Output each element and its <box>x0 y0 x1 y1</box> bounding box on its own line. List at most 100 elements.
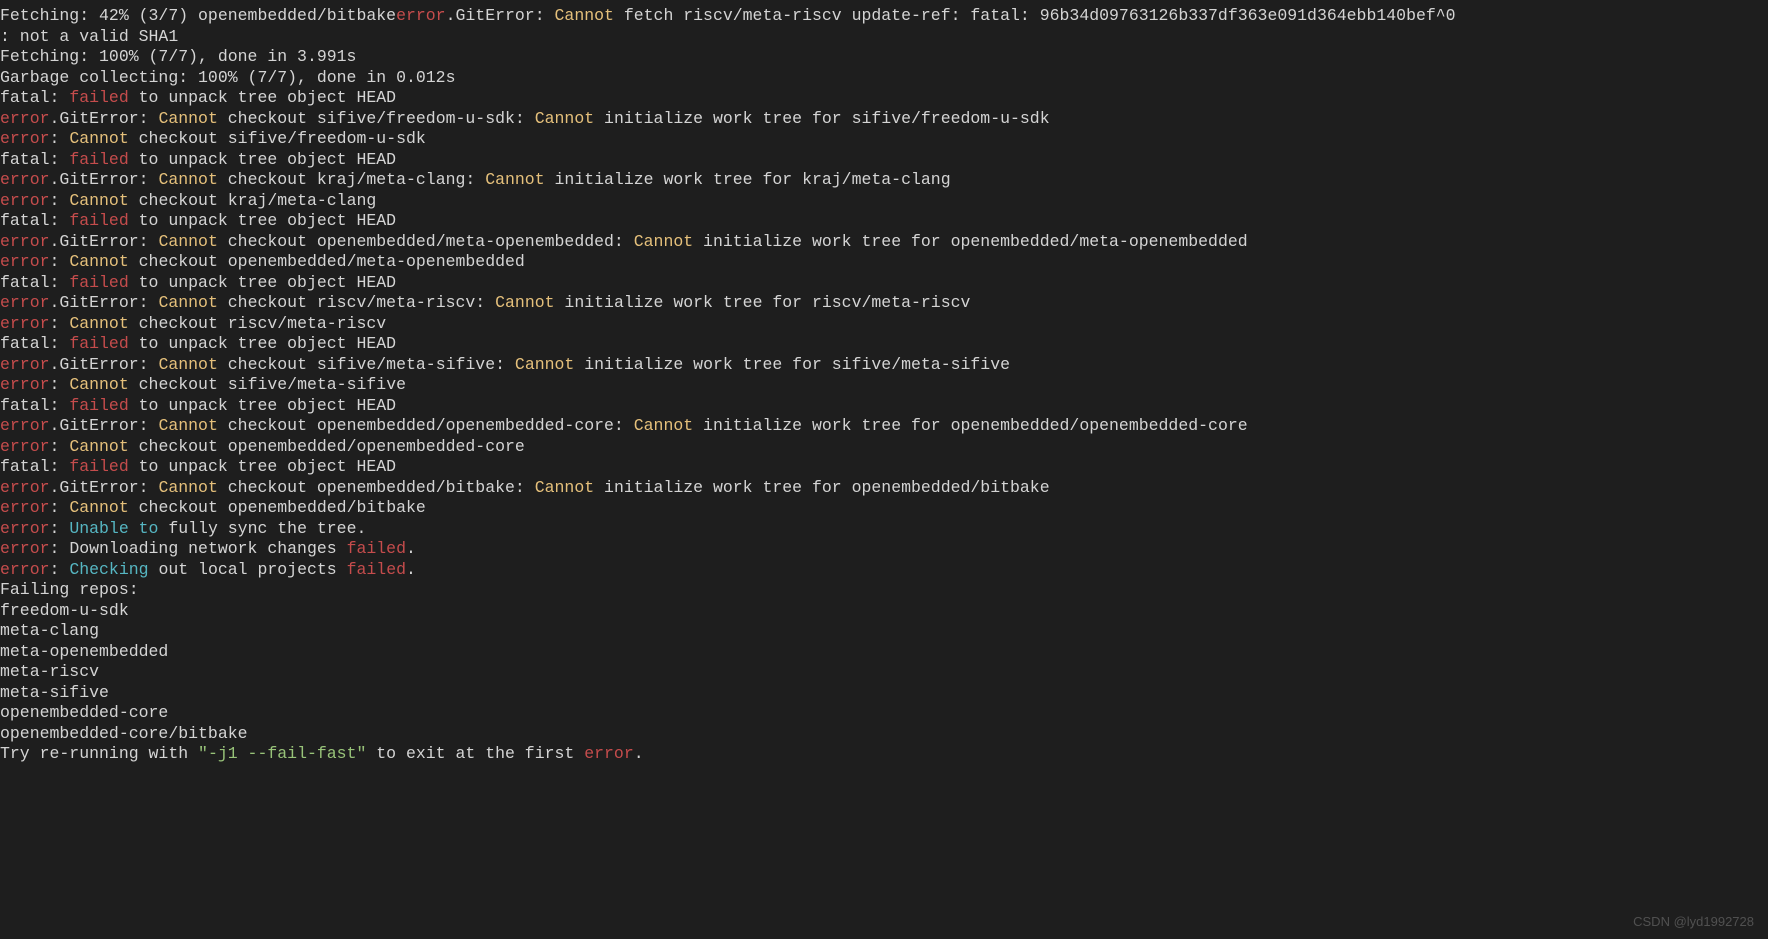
terminal-text-segment: error <box>0 170 50 189</box>
terminal-text-segment: error <box>0 232 50 251</box>
terminal-text-segment: : <box>50 437 70 456</box>
terminal-text-segment: checkout openembedded/bitbake: <box>218 478 535 497</box>
terminal-text-segment: error <box>0 293 50 312</box>
terminal-text-segment: checkout riscv/meta-riscv: <box>218 293 495 312</box>
terminal-text-segment: Cannot <box>634 416 693 435</box>
terminal-text-segment: to unpack tree object HEAD <box>129 273 396 292</box>
terminal-text-segment: Failing repos: <box>0 580 139 599</box>
terminal-text-segment: Fetching: 42% (3/7) openembedded/bitbake <box>0 6 396 25</box>
terminal-line: error: Cannot checkout sifive/meta-sifiv… <box>0 375 1768 396</box>
terminal-text-segment: fully sync the tree. <box>158 519 366 538</box>
terminal-line: error.GitError: Cannot checkout openembe… <box>0 416 1768 437</box>
terminal-text-segment: out local projects <box>149 560 347 579</box>
terminal-text-segment: to unpack tree object HEAD <box>129 334 396 353</box>
terminal-text-segment: failed <box>69 396 128 415</box>
terminal-text-segment: error <box>0 539 50 558</box>
terminal-text-segment: Cannot <box>158 355 217 374</box>
terminal-text-segment: .GitError: <box>50 232 159 251</box>
terminal-line: Failing repos: <box>0 580 1768 601</box>
terminal-text-segment: initialize work tree for kraj/meta-clang <box>545 170 951 189</box>
terminal-text-segment: .GitError: <box>50 293 159 312</box>
terminal-text-segment: error <box>0 252 50 271</box>
terminal-text-segment: fetch riscv/meta-riscv update-ref: fatal… <box>614 6 1456 25</box>
terminal-line: meta-clang <box>0 621 1768 642</box>
terminal-line: fatal: failed to unpack tree object HEAD <box>0 457 1768 478</box>
terminal-text-segment: fatal: <box>0 88 69 107</box>
terminal-text-segment: failed <box>69 457 128 476</box>
terminal-text-segment: to unpack tree object HEAD <box>129 88 396 107</box>
terminal-text-segment: error <box>0 314 50 333</box>
terminal-text-segment: .GitError: <box>446 6 555 25</box>
terminal-text-segment: Cannot <box>634 232 693 251</box>
terminal-text-segment: checkout openembedded/meta-openembedded: <box>218 232 634 251</box>
terminal-line: error: Cannot checkout sifive/freedom-u-… <box>0 129 1768 150</box>
terminal-text-segment: fatal: <box>0 273 69 292</box>
terminal-line: fatal: failed to unpack tree object HEAD <box>0 211 1768 232</box>
terminal-text-segment: to unpack tree object HEAD <box>129 211 396 230</box>
terminal-text-segment: fatal: <box>0 457 69 476</box>
terminal-text-segment: . <box>406 539 416 558</box>
terminal-line: meta-openembedded <box>0 642 1768 663</box>
terminal-text-segment: .GitError: <box>50 109 159 128</box>
terminal-text-segment: : <box>50 519 70 538</box>
terminal-line: error.GitError: Cannot checkout riscv/me… <box>0 293 1768 314</box>
terminal-text-segment: Try re-running with <box>0 744 198 763</box>
terminal-text-segment: failed <box>347 539 406 558</box>
terminal-text-segment: initialize work tree for riscv/meta-risc… <box>555 293 971 312</box>
terminal-text-segment: . <box>406 560 416 579</box>
terminal-text-segment: Garbage collecting: 100% (7/7), done in … <box>0 68 455 87</box>
terminal-text-segment: : <box>50 498 70 517</box>
terminal-line: error.GitError: Cannot checkout openembe… <box>0 232 1768 253</box>
terminal-text-segment: error <box>0 129 50 148</box>
terminal-text-segment: . <box>634 744 644 763</box>
terminal-text-segment: Cannot <box>515 355 574 374</box>
terminal-text-segment: : <box>50 314 70 333</box>
terminal-text-segment: Cannot <box>69 129 128 148</box>
terminal-line: error: Downloading network changes faile… <box>0 539 1768 560</box>
terminal-text-segment: Cannot <box>485 170 544 189</box>
terminal-text-segment: Cannot <box>158 232 217 251</box>
terminal-text-segment: to unpack tree object HEAD <box>129 396 396 415</box>
terminal-line: Fetching: 100% (7/7), done in 3.991s <box>0 47 1768 68</box>
terminal-text-segment: Checking <box>69 560 148 579</box>
terminal-text-segment: Cannot <box>158 416 217 435</box>
terminal-text-segment: .GitError: <box>50 170 159 189</box>
terminal-text-segment: to unpack tree object HEAD <box>129 457 396 476</box>
terminal-text-segment: Cannot <box>69 191 128 210</box>
terminal-text-segment: meta-sifive <box>0 683 109 702</box>
terminal-line: error: Cannot checkout openembedded/bitb… <box>0 498 1768 519</box>
terminal-line: fatal: failed to unpack tree object HEAD <box>0 334 1768 355</box>
terminal-text-segment: failed <box>69 273 128 292</box>
terminal-output[interactable]: Fetching: 42% (3/7) openembedded/bitbake… <box>0 0 1768 765</box>
terminal-text-segment: checkout sifive/freedom-u-sdk <box>129 129 426 148</box>
terminal-text-segment: initialize work tree for openembedded/op… <box>693 416 1248 435</box>
watermark-text: CSDN @lyd1992728 <box>1633 914 1754 929</box>
terminal-text-segment: Cannot <box>69 437 128 456</box>
terminal-text-segment: error <box>0 355 50 374</box>
terminal-text-segment: checkout riscv/meta-riscv <box>129 314 386 333</box>
terminal-text-segment: Cannot <box>158 293 217 312</box>
terminal-text-segment: checkout kraj/meta-clang <box>129 191 377 210</box>
terminal-text-segment: initialize work tree for sifive/freedom-… <box>594 109 1049 128</box>
terminal-text-segment: initialize work tree for openembedded/bi… <box>594 478 1049 497</box>
terminal-line: openembedded-core <box>0 703 1768 724</box>
terminal-text-segment: : Downloading network changes <box>50 539 347 558</box>
terminal-line: meta-riscv <box>0 662 1768 683</box>
terminal-text-segment: Cannot <box>158 478 217 497</box>
terminal-text-segment: meta-clang <box>0 621 99 640</box>
terminal-text-segment: meta-openembedded <box>0 642 168 661</box>
terminal-text-segment: fatal: <box>0 334 69 353</box>
terminal-line: error: Cannot checkout riscv/meta-riscv <box>0 314 1768 335</box>
terminal-line: : not a valid SHA1 <box>0 27 1768 48</box>
terminal-text-segment: checkout sifive/meta-sifive <box>129 375 406 394</box>
terminal-text-segment: : <box>50 560 70 579</box>
terminal-text-segment: Fetching: 100% (7/7), done in 3.991s <box>0 47 356 66</box>
terminal-text-segment: error <box>0 375 50 394</box>
terminal-text-segment: error <box>0 560 50 579</box>
terminal-text-segment: Cannot <box>69 252 128 271</box>
terminal-text-segment: error <box>0 498 50 517</box>
terminal-line: fatal: failed to unpack tree object HEAD <box>0 273 1768 294</box>
terminal-line: freedom-u-sdk <box>0 601 1768 622</box>
terminal-text-segment: failed <box>69 211 128 230</box>
terminal-line: error.GitError: Cannot checkout sifive/f… <box>0 109 1768 130</box>
